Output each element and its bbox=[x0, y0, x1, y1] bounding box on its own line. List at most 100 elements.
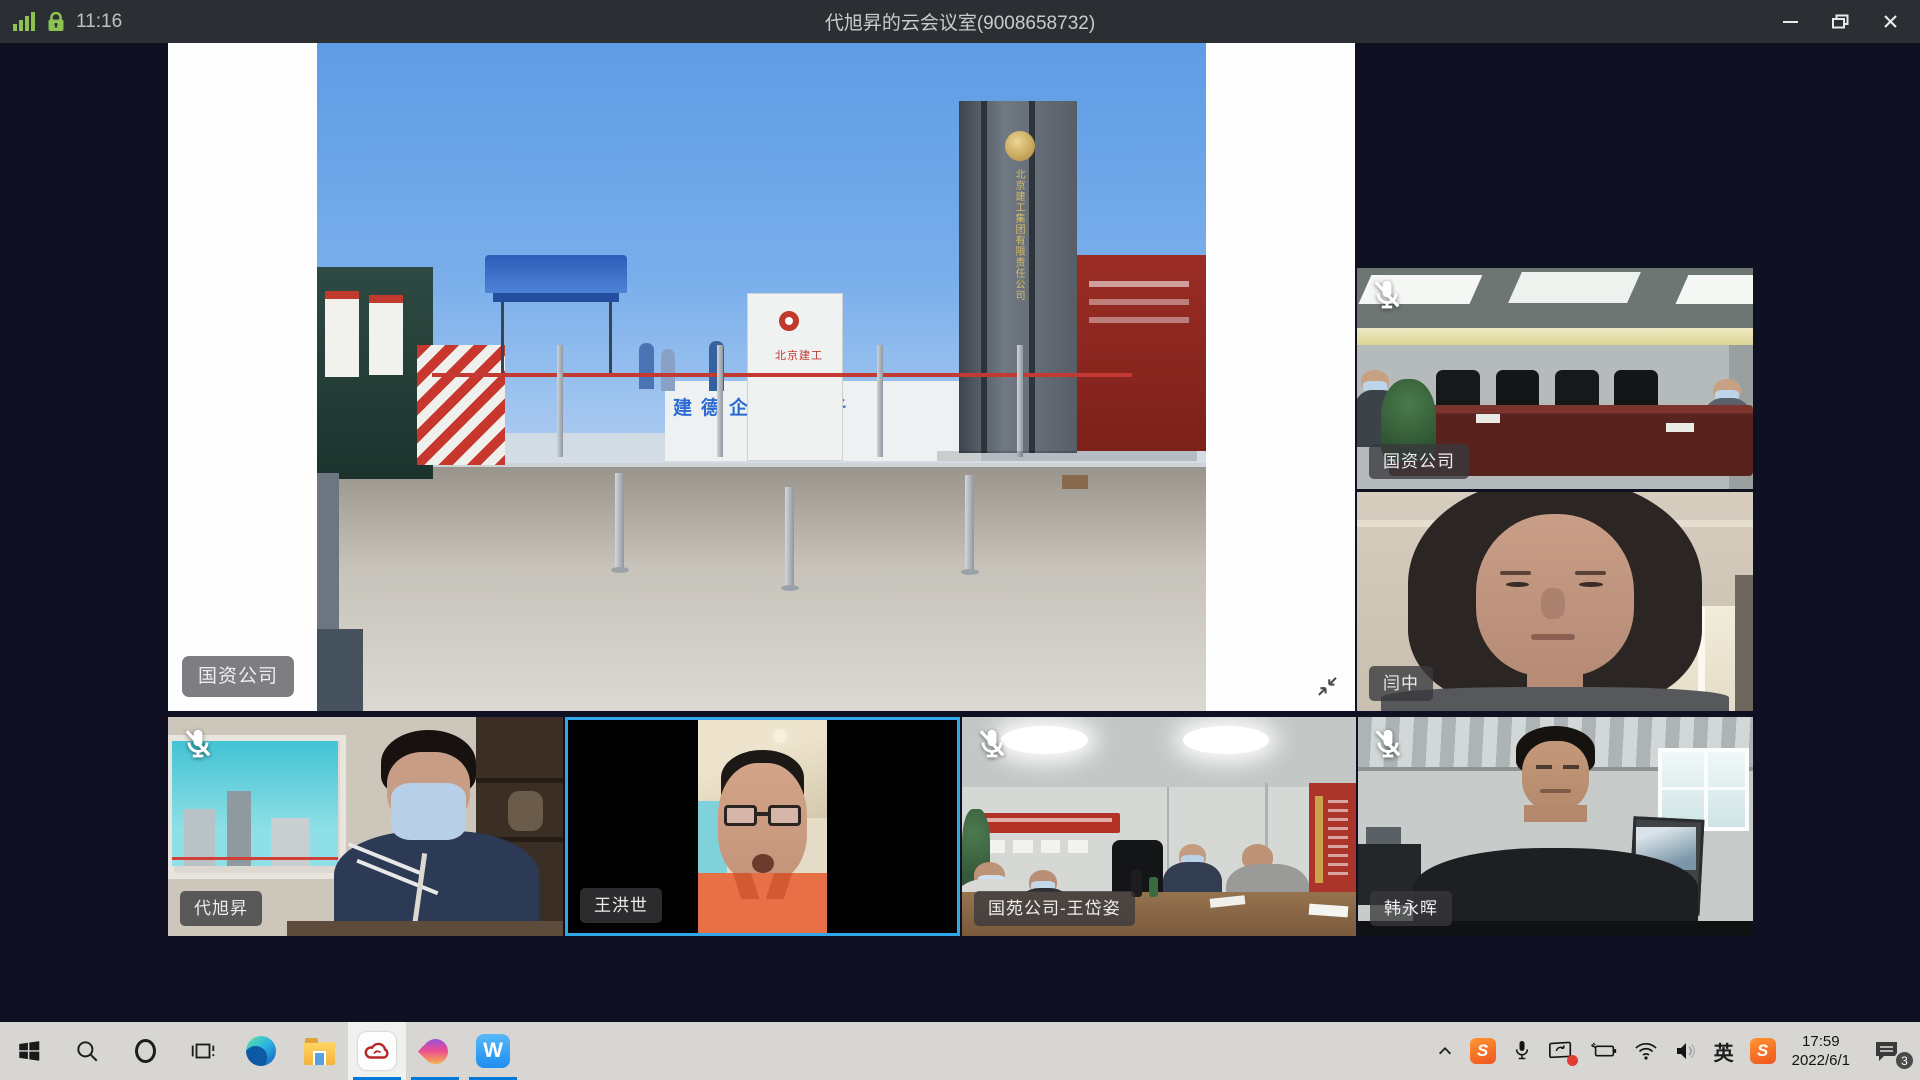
chevron-up-icon bbox=[1436, 1042, 1454, 1060]
titlebar-status-group: 11:16 bbox=[13, 11, 122, 33]
window-title: 代旭昇的云会议室(9008658732) bbox=[0, 8, 1920, 35]
cortana-icon bbox=[135, 1039, 156, 1063]
photo-brick bbox=[1062, 475, 1088, 489]
banner-text-row bbox=[986, 818, 1112, 822]
taskbar-apps: W bbox=[0, 1022, 522, 1080]
video-tile-yanzhong[interactable]: 闫中 bbox=[1357, 492, 1753, 711]
photo-bollard bbox=[615, 473, 624, 569]
participant-name-label: 王洪世 bbox=[580, 888, 662, 923]
task-view-button[interactable] bbox=[174, 1022, 232, 1080]
ceiling-light bbox=[1675, 275, 1753, 304]
cortana-button[interactable] bbox=[116, 1022, 174, 1080]
face-mask bbox=[391, 783, 466, 840]
minimize-button[interactable] bbox=[1768, 7, 1812, 37]
ceiling-light bbox=[1001, 726, 1088, 754]
bottle bbox=[1149, 877, 1158, 897]
photo-wall-text-row bbox=[1089, 281, 1189, 287]
microphone-tray-button[interactable] bbox=[1505, 1022, 1539, 1080]
signal-strength-icon bbox=[13, 12, 36, 31]
cloud-meeting-app-button[interactable] bbox=[348, 1022, 406, 1080]
video-tile-guozi-room[interactable]: 国资公司 bbox=[1357, 268, 1753, 489]
red-banner bbox=[978, 813, 1120, 833]
photo-rope-post bbox=[1017, 345, 1023, 457]
file-explorer-icon bbox=[304, 1042, 335, 1065]
photo-tent-leg bbox=[609, 302, 612, 374]
photo-bollard bbox=[785, 487, 794, 587]
start-button[interactable] bbox=[0, 1022, 58, 1080]
ime-indicator-button[interactable]: 英 bbox=[1707, 1022, 1741, 1080]
photo-person bbox=[661, 349, 675, 391]
volume-tray-button[interactable] bbox=[1667, 1022, 1705, 1080]
window-controls bbox=[1768, 0, 1912, 43]
eye bbox=[1536, 765, 1552, 769]
wifi-tray-button[interactable] bbox=[1627, 1022, 1665, 1080]
windows-logo-icon bbox=[16, 1038, 42, 1064]
participant-name-label: 国资公司 bbox=[1369, 444, 1469, 479]
stage-video-tile[interactable]: 建德企业 工于 北京建工 北京建工集团有限责任公司 bbox=[168, 43, 1355, 711]
sogou-tray-button[interactable]: S bbox=[1463, 1022, 1503, 1080]
photo-bollard-base bbox=[781, 585, 799, 591]
search-button[interactable] bbox=[58, 1022, 116, 1080]
cast-alert-dot bbox=[1567, 1055, 1578, 1066]
orange-shirt bbox=[698, 873, 826, 933]
paper bbox=[1476, 414, 1500, 423]
muted-mic-icon bbox=[1370, 726, 1406, 762]
portrait-column bbox=[698, 720, 826, 933]
photo-wall-text-row bbox=[1089, 299, 1189, 305]
neck bbox=[1524, 805, 1587, 823]
file-explorer-button[interactable] bbox=[290, 1022, 348, 1080]
glasses-right-lens bbox=[768, 805, 801, 826]
sogou-icon: S bbox=[1470, 1038, 1496, 1064]
face bbox=[1522, 741, 1589, 811]
titlebar: 11:16 代旭昇的云会议室(9008658732) bbox=[0, 0, 1920, 43]
muted-mic-icon bbox=[1369, 277, 1405, 313]
minimize-icon bbox=[1783, 21, 1798, 23]
photo-booth-logo bbox=[779, 311, 799, 331]
screen-share-content: 建德企业 工于 北京建工 北京建工集团有限责任公司 bbox=[168, 43, 1355, 711]
tv-red-line bbox=[172, 857, 338, 860]
close-button[interactable] bbox=[1868, 7, 1912, 37]
drop-app-button[interactable] bbox=[406, 1022, 464, 1080]
taskbar-clock[interactable]: 17:59 2022/6/1 bbox=[1785, 1022, 1857, 1080]
muted-mic-icon bbox=[974, 726, 1010, 762]
restore-button[interactable] bbox=[1818, 7, 1862, 37]
wall-paper bbox=[1013, 840, 1033, 853]
video-tile-guoyuan-room[interactable]: 国苑公司-王岱姿 bbox=[962, 717, 1356, 936]
glasses-left-lens bbox=[724, 805, 757, 826]
window-mullion bbox=[1658, 787, 1749, 790]
photo-sign-board bbox=[369, 295, 403, 375]
ceiling-light bbox=[1183, 726, 1270, 754]
photo-person bbox=[639, 343, 654, 389]
participant-name-label: 国资公司 bbox=[182, 656, 294, 697]
shelf-item bbox=[508, 791, 544, 830]
construction-site-photo: 建德企业 工于 北京建工 北京建工集团有限责任公司 bbox=[317, 43, 1206, 711]
exit-fullscreen-icon[interactable] bbox=[1317, 676, 1339, 701]
wall-paper bbox=[1068, 840, 1088, 853]
mouth bbox=[1531, 634, 1575, 639]
battery-tray-button[interactable] bbox=[1583, 1022, 1625, 1080]
sogou-tray-button-2[interactable]: S bbox=[1743, 1022, 1783, 1080]
ceiling-light bbox=[1509, 272, 1642, 303]
task-view-icon bbox=[190, 1038, 216, 1064]
system-tray: S bbox=[1429, 1022, 1920, 1080]
edge-app-button[interactable] bbox=[232, 1022, 290, 1080]
desk bbox=[287, 921, 564, 936]
tray-expand-button[interactable] bbox=[1429, 1022, 1461, 1080]
video-tile-daixusheng[interactable]: 代旭昇 bbox=[168, 717, 563, 936]
notification-center-button[interactable]: 3 bbox=[1859, 1022, 1914, 1080]
wps-app-button[interactable]: W bbox=[464, 1022, 522, 1080]
colorful-drop-app-icon bbox=[417, 1033, 452, 1068]
photo-tent-skirt bbox=[493, 293, 619, 302]
curtain bbox=[1735, 575, 1753, 711]
eyebrow bbox=[1500, 571, 1532, 575]
participant-name-label: 代旭昇 bbox=[180, 891, 262, 926]
video-tile-wanghongshi-active-speaker[interactable]: 王洪世 bbox=[565, 717, 960, 936]
nose-shadow bbox=[1541, 588, 1565, 619]
photo-striped-barrier bbox=[417, 345, 505, 465]
eye bbox=[1579, 582, 1603, 587]
video-tile-hanyonghui[interactable]: 韩永晖 bbox=[1358, 717, 1753, 936]
shoulders bbox=[1381, 687, 1729, 711]
cast-tray-button[interactable] bbox=[1541, 1022, 1581, 1080]
encryption-lock-icon bbox=[47, 11, 65, 32]
shelf-item bbox=[1366, 827, 1402, 845]
